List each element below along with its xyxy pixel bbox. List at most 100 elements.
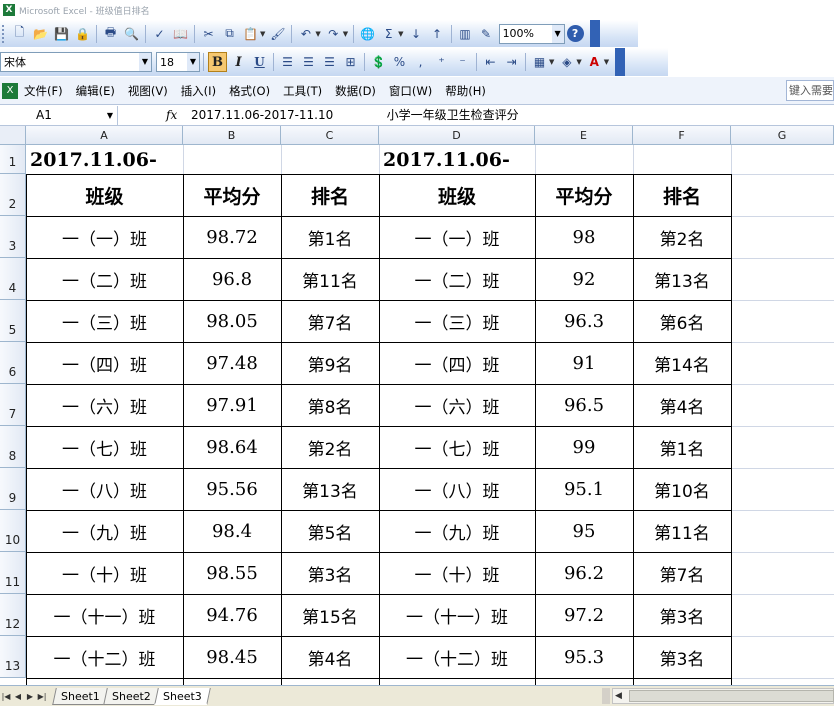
row-header-7[interactable]: 7 bbox=[0, 384, 26, 426]
cut-icon[interactable]: ✂ bbox=[199, 24, 218, 44]
undo-dropdown-icon[interactable]: ▼ bbox=[315, 30, 320, 38]
cell-b12[interactable]: 94.76 bbox=[183, 594, 281, 636]
percent-button[interactable]: % bbox=[390, 52, 409, 72]
cell-c6[interactable]: 第9名 bbox=[281, 342, 379, 384]
cell-a1[interactable]: 2017.11.06- bbox=[26, 145, 183, 174]
redo-icon[interactable]: ↷ bbox=[324, 24, 343, 44]
cell-d8[interactable]: 一（七）班 bbox=[379, 426, 535, 468]
chevron-down-icon[interactable]: ▼ bbox=[107, 106, 113, 125]
menu-view[interactable]: 视图(V) bbox=[128, 83, 168, 99]
cell-b5[interactable]: 98.05 bbox=[183, 300, 281, 342]
autosum-dropdown-icon[interactable]: ▼ bbox=[398, 30, 403, 38]
prev-sheet-icon[interactable]: ◀ bbox=[12, 692, 24, 701]
cell-c12[interactable]: 第15名 bbox=[281, 594, 379, 636]
row-header-11[interactable]: 11 bbox=[0, 552, 26, 594]
decrease-decimal-icon[interactable]: ⁻ bbox=[453, 52, 472, 72]
new-icon[interactable]: 🗋 bbox=[10, 24, 29, 44]
first-sheet-icon[interactable]: |◀ bbox=[0, 692, 12, 701]
sheet-tab-1[interactable]: Sheet1 bbox=[52, 687, 109, 705]
sort-ascending-icon[interactable]: ↓ bbox=[407, 24, 426, 44]
cell-b2[interactable]: 平均分 bbox=[183, 174, 281, 216]
cell-a11[interactable]: 一（十）班 bbox=[26, 552, 183, 594]
borders-dropdown-icon[interactable]: ▼ bbox=[549, 58, 554, 66]
cell-a7[interactable]: 一（六）班 bbox=[26, 384, 183, 426]
cell-e7[interactable]: 96.5 bbox=[535, 384, 633, 426]
cell-e4[interactable]: 92 bbox=[535, 258, 633, 300]
chevron-down-icon[interactable]: ▼ bbox=[139, 53, 151, 71]
cell-b8[interactable]: 98.64 bbox=[183, 426, 281, 468]
fill-color-dropdown-icon[interactable]: ▼ bbox=[576, 58, 581, 66]
sort-descending-icon[interactable]: ↑ bbox=[428, 24, 447, 44]
scroll-left-icon[interactable]: ◀ bbox=[615, 689, 622, 703]
menu-file[interactable]: 文件(F) bbox=[24, 83, 63, 99]
cell-b3[interactable]: 98.72 bbox=[183, 216, 281, 258]
align-left-icon[interactable]: ☰ bbox=[278, 52, 297, 72]
borders-icon[interactable]: ▦ bbox=[530, 52, 549, 72]
cell-f4[interactable]: 第13名 bbox=[633, 258, 731, 300]
cell-f9[interactable]: 第10名 bbox=[633, 468, 731, 510]
undo-icon[interactable]: ↶ bbox=[296, 24, 315, 44]
row-header-2[interactable]: 2 bbox=[0, 174, 26, 216]
cell-b13[interactable]: 98.45 bbox=[183, 636, 281, 678]
menu-tools[interactable]: 工具(T) bbox=[283, 83, 322, 99]
insert-function-button[interactable]: fx bbox=[166, 106, 177, 125]
row-header-13[interactable]: 13 bbox=[0, 636, 26, 678]
cell-a12[interactable]: 一（十一）班 bbox=[26, 594, 183, 636]
cell-b6[interactable]: 97.48 bbox=[183, 342, 281, 384]
cell-c2[interactable]: 排名 bbox=[281, 174, 379, 216]
name-box[interactable]: A1 ▼ bbox=[0, 106, 118, 125]
toolbar-grip[interactable] bbox=[2, 24, 6, 43]
cell-f10[interactable]: 第11名 bbox=[633, 510, 731, 552]
cell-e6[interactable]: 91 bbox=[535, 342, 633, 384]
decrease-indent-icon[interactable]: ⇤ bbox=[481, 52, 500, 72]
copy-icon[interactable]: ⧉ bbox=[220, 24, 239, 44]
column-header-f[interactable]: F bbox=[633, 126, 731, 145]
cell-d10[interactable]: 一（九）班 bbox=[379, 510, 535, 552]
increase-decimal-icon[interactable]: ⁺ bbox=[432, 52, 451, 72]
row-header-5[interactable]: 5 bbox=[0, 300, 26, 342]
cell-e3[interactable]: 98 bbox=[535, 216, 633, 258]
cell-f2[interactable]: 排名 bbox=[633, 174, 731, 216]
row-header-6[interactable]: 6 bbox=[0, 342, 26, 384]
align-center-icon[interactable]: ☰ bbox=[299, 52, 318, 72]
cell-e12[interactable]: 97.2 bbox=[535, 594, 633, 636]
tab-split-handle[interactable] bbox=[602, 688, 610, 704]
cell-f7[interactable]: 第4名 bbox=[633, 384, 731, 426]
cell-e9[interactable]: 95.1 bbox=[535, 468, 633, 510]
currency-icon[interactable]: 💲 bbox=[369, 52, 388, 72]
chevron-down-icon[interactable]: ▼ bbox=[187, 53, 199, 71]
cell-a5[interactable]: 一（三）班 bbox=[26, 300, 183, 342]
column-header-d[interactable]: D bbox=[379, 126, 535, 145]
cell-a3[interactable]: 一（一）班 bbox=[26, 216, 183, 258]
cell-d13[interactable]: 一（十二）班 bbox=[379, 636, 535, 678]
row-header-8[interactable]: 8 bbox=[0, 426, 26, 468]
paste-dropdown-icon[interactable]: ▼ bbox=[260, 30, 265, 38]
cell-e10[interactable]: 95 bbox=[535, 510, 633, 552]
print-preview-icon[interactable]: 🔍 bbox=[122, 24, 141, 44]
sheet-tab-3[interactable]: Sheet3 bbox=[153, 687, 211, 705]
menu-window[interactable]: 窗口(W) bbox=[389, 83, 432, 99]
align-right-icon[interactable]: ☰ bbox=[320, 52, 339, 72]
cell-c4[interactable]: 第11名 bbox=[281, 258, 379, 300]
cell-e5[interactable]: 96.3 bbox=[535, 300, 633, 342]
font-size-select[interactable]: 18 ▼ bbox=[156, 52, 200, 72]
next-sheet-icon[interactable]: ▶ bbox=[24, 692, 36, 701]
last-sheet-icon[interactable]: ▶| bbox=[36, 692, 48, 701]
comma-button[interactable]: , bbox=[411, 52, 430, 72]
menu-format[interactable]: 格式(O) bbox=[229, 83, 270, 99]
menu-help[interactable]: 帮助(H) bbox=[445, 83, 486, 99]
bold-button[interactable]: B bbox=[208, 52, 227, 72]
cell-a2[interactable]: 班级 bbox=[26, 174, 183, 216]
spelling-icon[interactable]: ✓ bbox=[150, 24, 169, 44]
cell-a10[interactable]: 一（九）班 bbox=[26, 510, 183, 552]
cell-f8[interactable]: 第1名 bbox=[633, 426, 731, 468]
cell-d4[interactable]: 一（二）班 bbox=[379, 258, 535, 300]
toolbar-options-icon[interactable] bbox=[615, 48, 626, 76]
print-icon[interactable]: 🖶 bbox=[101, 24, 120, 44]
hyperlink-icon[interactable]: 🌐 bbox=[358, 24, 377, 44]
menu-edit[interactable]: 编辑(E) bbox=[76, 83, 115, 99]
row-header-12[interactable]: 12 bbox=[0, 594, 26, 636]
open-icon[interactable]: 📂 bbox=[31, 24, 50, 44]
cell-f13[interactable]: 第3名 bbox=[633, 636, 731, 678]
paste-icon[interactable]: 📋 bbox=[241, 24, 260, 44]
